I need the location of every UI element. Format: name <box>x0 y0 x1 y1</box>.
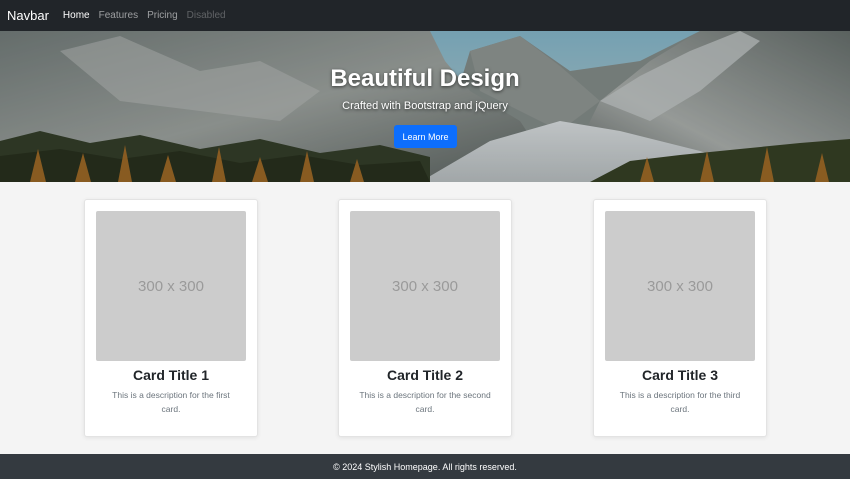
navbar: Navbar Home Features Pricing Disabled <box>0 0 850 31</box>
hero-title: Beautiful Design <box>330 65 520 92</box>
hero-banner: Beautiful Design Crafted with Bootstrap … <box>0 31 850 182</box>
card-image-placeholder: 300 x 300 <box>96 211 246 361</box>
card-section: 300 x 300 Card Title 1 This is a descrip… <box>0 182 850 454</box>
nav-link-pricing[interactable]: Pricing <box>147 10 178 21</box>
card-image-placeholder: 300 x 300 <box>350 211 500 361</box>
card-description: This is a description for the first card… <box>112 390 230 414</box>
hero-subtitle: Crafted with Bootstrap and jQuery <box>342 100 508 112</box>
card-title: Card Title 1 <box>133 367 209 383</box>
card-title: Card Title 2 <box>387 367 463 383</box>
nav-link-home[interactable]: Home <box>63 10 90 21</box>
footer-copyright: © 2024 Stylish Homepage. All rights rese… <box>333 461 517 472</box>
card-description: This is a description for the second car… <box>359 390 491 414</box>
card-3: 300 x 300 Card Title 3 This is a descrip… <box>593 199 767 437</box>
footer: © 2024 Stylish Homepage. All rights rese… <box>0 454 850 479</box>
card-1: 300 x 300 Card Title 1 This is a descrip… <box>84 199 258 437</box>
card-title: Card Title 3 <box>642 367 718 383</box>
card-image-placeholder: 300 x 300 <box>605 211 755 361</box>
card-description: This is a description for the third card… <box>619 390 741 414</box>
card-2: 300 x 300 Card Title 2 This is a descrip… <box>338 199 512 437</box>
learn-more-button[interactable]: Learn More <box>394 125 457 148</box>
nav-link-disabled: Disabled <box>186 10 226 21</box>
nav-link-features[interactable]: Features <box>99 10 138 21</box>
navbar-brand[interactable]: Navbar <box>7 8 49 23</box>
hero-content: Beautiful Design Crafted with Bootstrap … <box>0 31 850 182</box>
